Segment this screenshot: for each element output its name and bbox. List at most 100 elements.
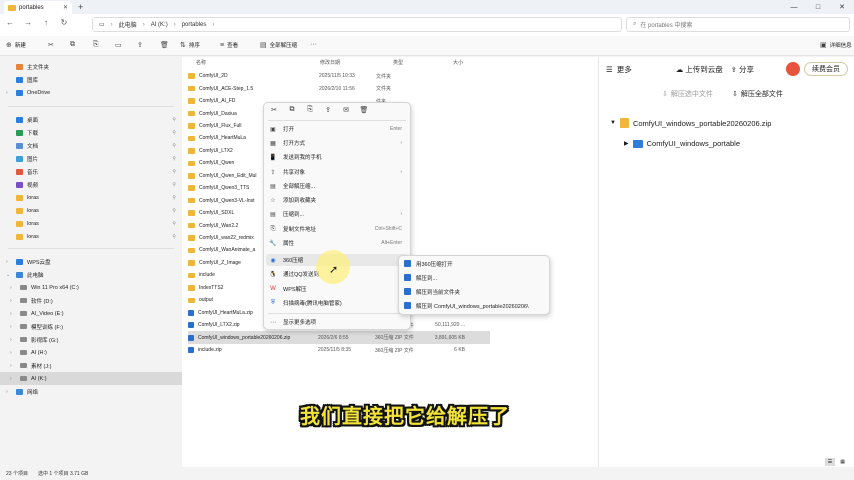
- search-box[interactable]: ⌕ 在 portables 中搜索: [626, 17, 850, 32]
- chevron-down-icon[interactable]: ⌄: [6, 272, 12, 278]
- maximize-button[interactable]: □: [806, 0, 830, 14]
- more-options-button[interactable]: ···: [310, 41, 317, 48]
- column-date[interactable]: 修改日期: [320, 59, 340, 66]
- submenu-item[interactable]: 用360压缩打开: [402, 257, 546, 270]
- column-size[interactable]: 大小: [453, 59, 463, 66]
- sidebar-item-pinned[interactable]: 视频 ⚲: [0, 178, 182, 191]
- sidebar-item-pinned[interactable]: loras ⚲: [0, 217, 182, 230]
- menu-item[interactable]: ☆ 添加到收藏夹: [266, 194, 408, 206]
- chevron-right-icon[interactable]: ›: [6, 259, 12, 265]
- submenu-item[interactable]: 解压到 ComfyUI_windows_portable20260206\: [402, 299, 546, 312]
- crumb-pc[interactable]: 此电脑: [119, 20, 137, 29]
- upload-cloud-button[interactable]: ☁ 上传到云盘: [676, 64, 723, 75]
- back-icon[interactable]: ←: [4, 18, 16, 27]
- sidebar-item-drive[interactable]: › AI_Video (E:): [0, 307, 182, 320]
- chevron-right-icon[interactable]: ›: [10, 350, 16, 356]
- tree-folder[interactable]: ▶ ComfyUI_windows_portable: [624, 139, 740, 148]
- menu-item[interactable]: ▤ 全部解压缩...: [266, 180, 408, 192]
- chevron-right-icon[interactable]: ›: [10, 285, 16, 291]
- table-row[interactable]: ComfyUI_windows_portable20260206.zip 2026…: [188, 331, 490, 344]
- details-button[interactable]: ▣ 详细信息: [820, 41, 852, 49]
- sidebar-item-pinned[interactable]: 文档 ⚲: [0, 139, 182, 152]
- chevron-right-icon[interactable]: ›: [10, 363, 16, 369]
- table-row[interactable]: ComfyUI_2D 2025/11/5 10:33 文件夹: [188, 70, 490, 82]
- mail-icon[interactable]: ✉: [340, 106, 352, 116]
- sidebar-item-pinned[interactable]: loras ⚲: [0, 204, 182, 217]
- sidebar-item-pinned[interactable]: loras ⚲: [0, 230, 182, 243]
- trash-icon[interactable]: 🗑: [358, 106, 370, 116]
- sort-button[interactable]: ⇅ 排序: [180, 41, 200, 49]
- chevron-right-icon[interactable]: ›: [10, 311, 16, 317]
- menu-item[interactable]: ⇪ 共享对象 ›: [266, 166, 408, 178]
- sidebar-item-wps[interactable]: › WPS云盘: [0, 255, 182, 268]
- grid-view-icon[interactable]: ▦: [837, 458, 848, 466]
- delete-button[interactable]: 🗑: [160, 41, 169, 49]
- new-button[interactable]: ⊕ 新建: [6, 41, 26, 49]
- share-icon[interactable]: ⇪: [322, 106, 334, 116]
- forward-icon[interactable]: →: [22, 18, 34, 27]
- sidebar-item-pinned[interactable]: 音乐 ⚲: [0, 165, 182, 178]
- breadcrumb[interactable]: ▭ › 此电脑 › AI (K:) › portables ›: [92, 17, 622, 32]
- menu-item[interactable]: WWPS解压›: [266, 283, 408, 295]
- chevron-right-icon[interactable]: ›: [10, 298, 16, 304]
- sidebar-item-pinned[interactable]: 图片 ⚲: [0, 152, 182, 165]
- submenu-item[interactable]: 解压到...: [402, 271, 546, 284]
- search-input[interactable]: 在 portables 中搜索: [640, 20, 692, 29]
- paste-icon[interactable]: ⎘: [304, 106, 316, 116]
- close-button[interactable]: ✕: [830, 0, 854, 14]
- view-button[interactable]: ≡ 查看: [220, 41, 238, 50]
- sidebar-item-pinned[interactable]: 桌面 ⚲: [0, 113, 182, 126]
- sidebar-item-this-pc[interactable]: ⌄ 此电脑: [0, 268, 182, 281]
- cut-icon[interactable]: ✂: [268, 106, 280, 116]
- sidebar-item-gallery[interactable]: 图库: [0, 73, 182, 86]
- copy-icon[interactable]: ⧉: [286, 106, 298, 116]
- crumb-folder[interactable]: portables: [182, 22, 207, 28]
- close-tab-icon[interactable]: ✕: [63, 4, 68, 11]
- minimize-button[interactable]: —: [782, 0, 806, 14]
- sidebar-item-drive[interactable]: › 软件 (D:): [0, 294, 182, 307]
- sidebar-item-pinned[interactable]: loras ⚲: [0, 191, 182, 204]
- chevron-right-icon[interactable]: ›: [10, 376, 16, 382]
- chevron-right-icon[interactable]: ›: [10, 324, 16, 330]
- sidebar-item-home[interactable]: 主文件夹: [0, 60, 182, 73]
- sidebar-item-onedrive[interactable]: › OneDrive: [0, 86, 182, 99]
- paste-button[interactable]: ⎘: [93, 41, 99, 49]
- sidebar-item-drive[interactable]: › 影视库 (G:): [0, 333, 182, 346]
- sidebar-item-drive[interactable]: › 模型训练 (F:): [0, 320, 182, 333]
- chevron-right-icon[interactable]: ›: [6, 389, 12, 395]
- chevron-right-icon[interactable]: ›: [10, 337, 16, 343]
- menu-item[interactable]: ▣ 打开 Enter: [266, 123, 408, 135]
- new-tab-button[interactable]: +: [78, 2, 83, 12]
- column-name[interactable]: 名称: [196, 59, 206, 66]
- submenu-item[interactable]: 解压到当前文件夹: [402, 285, 546, 298]
- sidebar-item-drive[interactable]: › AI (K:): [0, 372, 182, 385]
- sidebar-item-drive[interactable]: › 素材 (J:): [0, 359, 182, 372]
- more-button[interactable]: 更多: [617, 64, 632, 75]
- chevron-down-icon[interactable]: ▼: [610, 120, 616, 126]
- extract-all-panel-button[interactable]: ⇩ 解压全部文件: [732, 89, 783, 99]
- menu-item[interactable]: ⎘ 复制文件地址 Ctrl+Shift+C: [266, 223, 408, 235]
- chevron-right-icon[interactable]: ›: [6, 90, 12, 96]
- renew-member-button[interactable]: 续费会员: [804, 62, 848, 76]
- crumb-drive[interactable]: AI (K:): [151, 22, 168, 28]
- menu-item[interactable]: ▤ 压缩到... ›: [266, 208, 408, 220]
- sidebar-item-drive[interactable]: › AI (H:): [0, 346, 182, 359]
- copy-button[interactable]: ⧉: [70, 41, 75, 49]
- up-icon[interactable]: ↑: [40, 18, 52, 27]
- menu-item[interactable]: 📱 发送到我的手机: [266, 151, 408, 163]
- menu-item[interactable]: ⋯ 显示更多选项: [266, 316, 408, 328]
- list-view-icon[interactable]: ☰: [824, 458, 836, 466]
- share-panel-button[interactable]: ⇪ 分享: [731, 64, 754, 75]
- menu-item[interactable]: ▦ 打开方式 ›: [266, 137, 408, 149]
- sidebar-item-pinned[interactable]: 下载 ⚲: [0, 126, 182, 139]
- tab-portables[interactable]: portables ✕: [4, 1, 72, 14]
- menu-item[interactable]: 🔧 属性 Alt+Enter: [266, 237, 408, 249]
- sidebar-item-network[interactable]: › 网络: [0, 385, 182, 398]
- sidebar-item-drive[interactable]: › Win 11 Pro x64 (C:): [0, 281, 182, 294]
- refresh-icon[interactable]: ↻: [58, 18, 70, 27]
- chevron-right-icon[interactable]: ▶: [624, 140, 629, 147]
- avatar[interactable]: [786, 62, 800, 76]
- extract-selected-button[interactable]: ⇩ 解压选中文件: [662, 89, 713, 99]
- table-row[interactable]: ComfyUI_ACE-Step_1.5 2026/2/10 11:56 文件夹: [188, 82, 490, 94]
- cut-button[interactable]: ✂: [48, 41, 54, 49]
